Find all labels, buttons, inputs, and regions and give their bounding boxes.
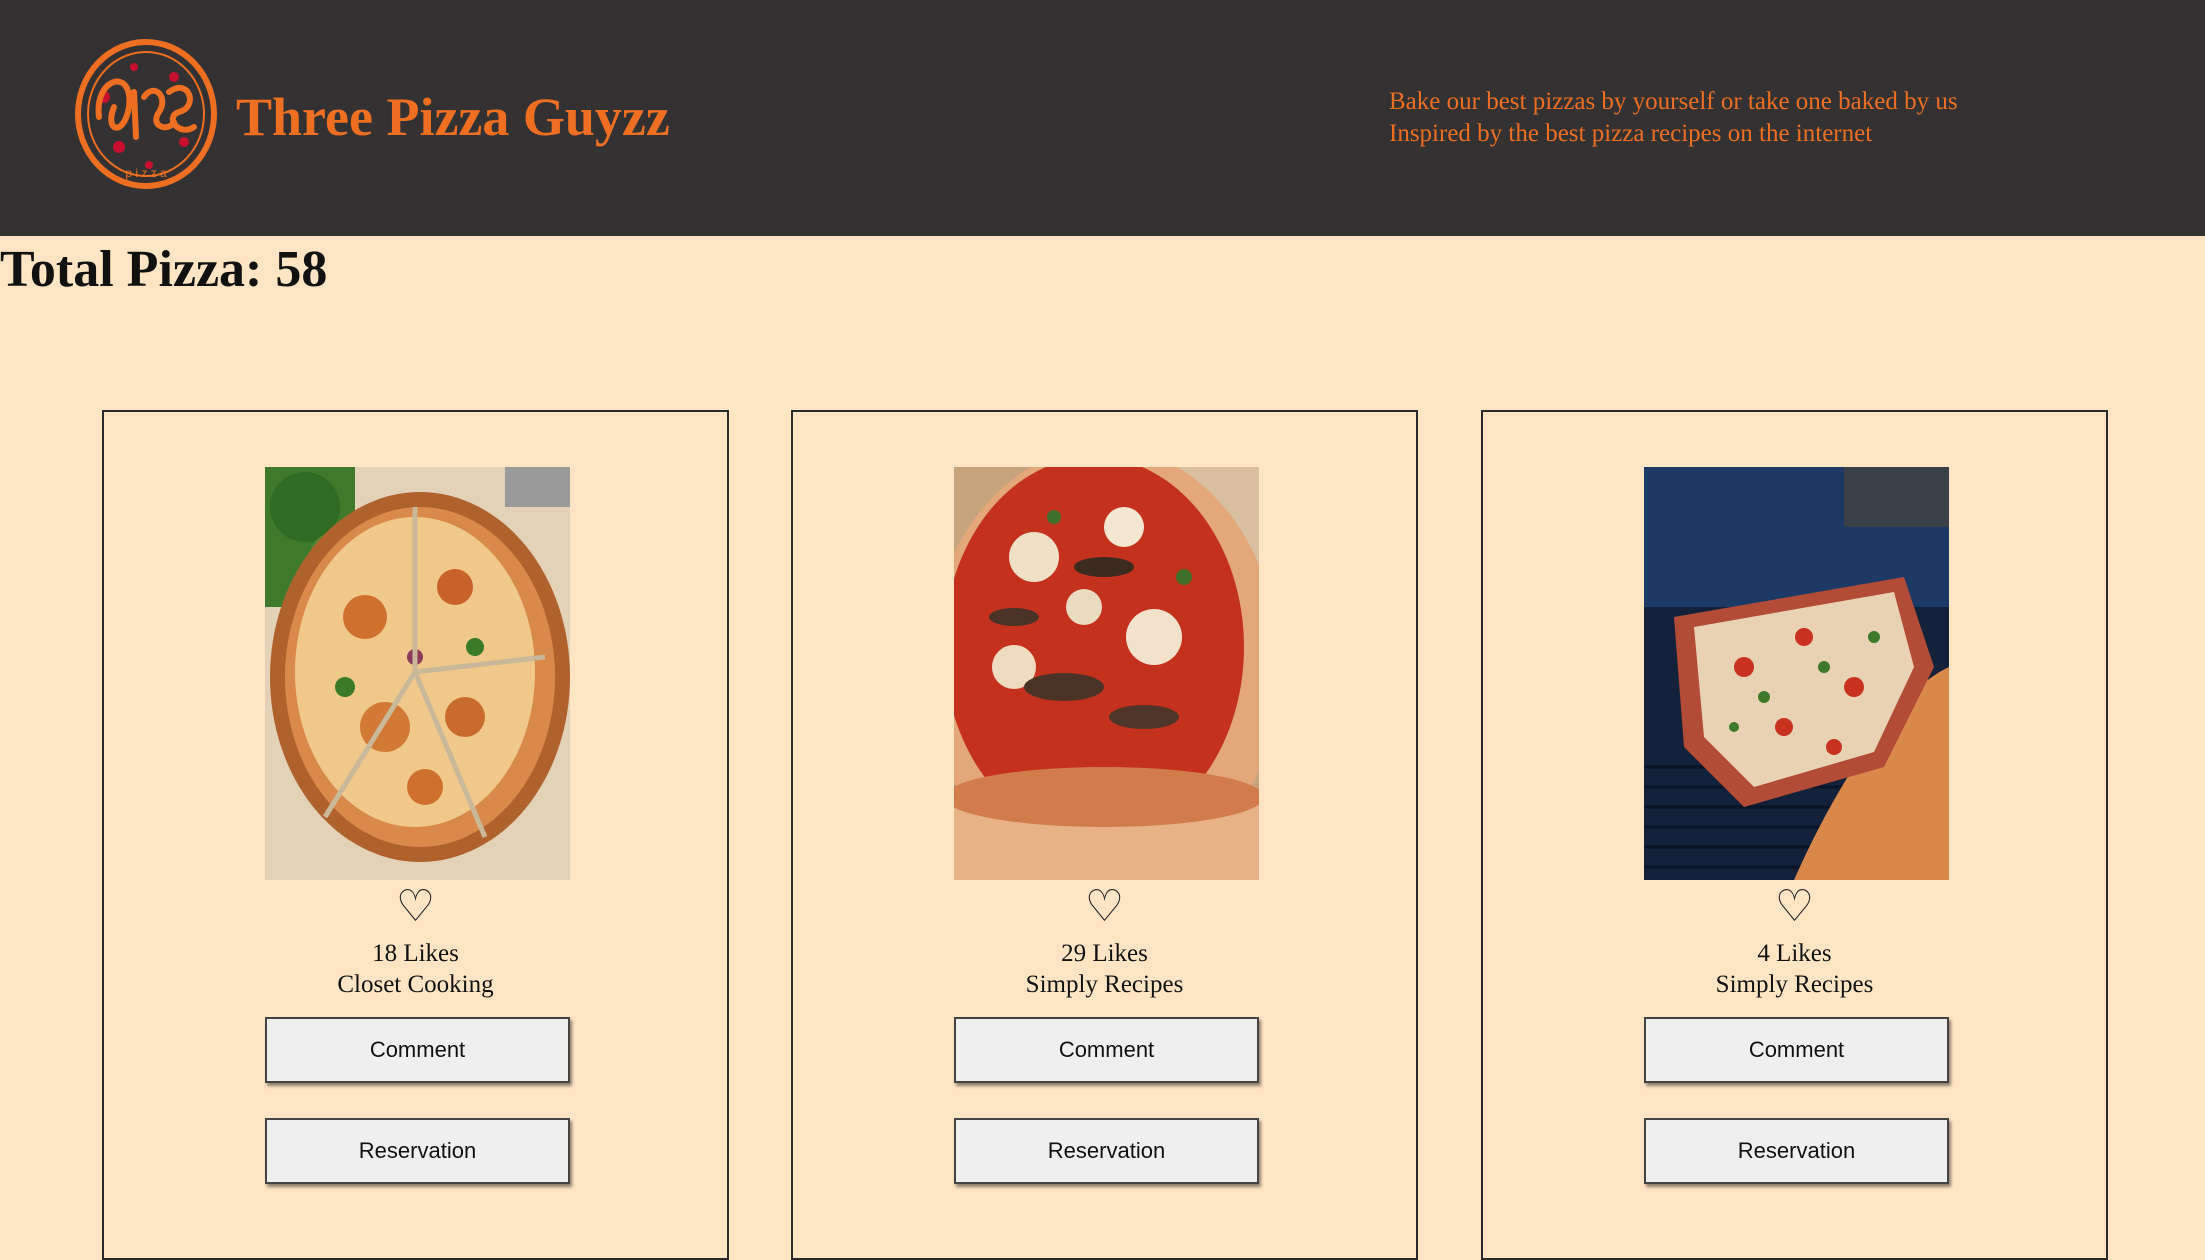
cauliflower-crust-pizza-photo [265,467,570,880]
total-pizza-count: Total Pizza: 58 [0,241,328,298]
heart-icon[interactable]: ♡ [104,882,727,932]
reservation-button[interactable]: Reservation [954,1118,1259,1184]
site-header: p i z z a Three Pizza Guyzz Bake our bes… [0,0,2205,236]
pizza-card: ♡ 4 Likes Simply Recipes Comment Reserva… [1481,410,2108,1260]
tagline: Bake our best pizzas by yourself or take… [1389,86,1958,150]
reservation-button[interactable]: Reservation [265,1118,570,1184]
pizza-card: ♡ 18 Likes Closet Cooking Comment Reserv… [102,410,729,1260]
comment-button[interactable]: Comment [1644,1017,1949,1083]
heart-icon[interactable]: ♡ [1483,882,2106,932]
tagline-line-1: Bake our best pizzas by yourself or take… [1389,88,1958,115]
pizza-logo-icon[interactable]: p i z z a [74,37,218,191]
recipe-source: Simply Recipes [1715,971,1874,998]
heart-icon[interactable]: ♡ [793,882,1416,932]
mushroom-pizza-photo [954,467,1259,880]
likes-count: 18 Likes [372,940,459,967]
likes-count: 4 Likes [1757,940,1832,967]
svg-text:p i z z a: p i z z a [125,166,167,180]
reservation-button[interactable]: Reservation [1644,1118,1949,1184]
comment-button[interactable]: Comment [954,1017,1259,1083]
likes-count: 29 Likes [1061,940,1148,967]
recipe-source: Simply Recipes [1025,971,1184,998]
pizza-card: ♡ 29 Likes Simply Recipes Comment Reserv… [791,410,1418,1260]
site-title: Three Pizza Guyzz [236,87,670,147]
grilled-pizza-photo [1644,467,1949,880]
comment-button[interactable]: Comment [265,1017,570,1083]
recipe-source: Closet Cooking [337,971,494,998]
tagline-line-2: Inspired by the best pizza recipes on th… [1389,120,1873,147]
